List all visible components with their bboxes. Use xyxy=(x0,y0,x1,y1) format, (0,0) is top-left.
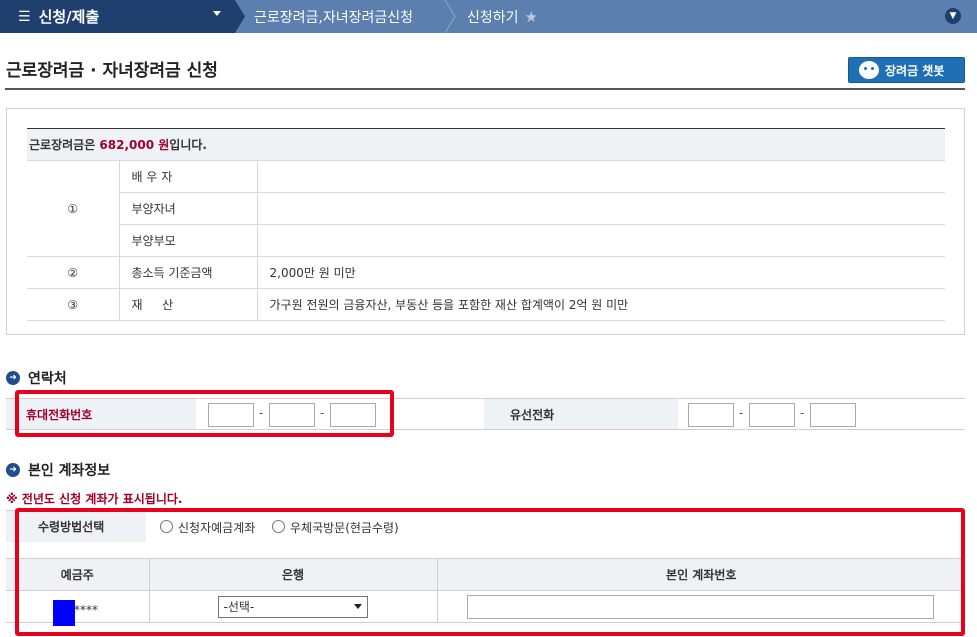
account-heading-label: 본인 계좌정보 xyxy=(28,463,111,479)
criteria-value: 2,000만 원 미만 xyxy=(257,256,945,289)
criteria-label: 배 우 자 xyxy=(119,160,258,193)
dash-separator: - xyxy=(800,406,805,420)
robot-icon xyxy=(859,61,879,79)
page-title: 근로장려금 · 자녀장려금 신청 xyxy=(6,61,218,81)
highlight-box-account xyxy=(15,508,965,636)
amount-cell: 근로장려금은 682,000 원입니다. xyxy=(27,128,945,161)
star-icon[interactable]: ★ xyxy=(525,8,538,26)
landline-part3-input[interactable] xyxy=(810,403,856,427)
criteria-value xyxy=(257,192,945,225)
breadcrumb-item-apply[interactable]: 신청하기 ★ xyxy=(467,0,538,33)
menu-title: 신청/제출 xyxy=(38,8,100,26)
eligibility-table: 근로장려금은 682,000 원입니다. ① 배 우 자 부양자녀 부양부모 ②… xyxy=(27,128,945,321)
breadcrumb-label: 신청하기 xyxy=(467,9,519,26)
arrow-right-icon: ➜ xyxy=(6,463,20,477)
table-row: ② 총소득 기준금액 2,000만 원 미만 xyxy=(27,256,945,289)
criteria-label: 부양자녀 xyxy=(119,192,258,225)
top-navigation: ☰ 신청/제출 근로장려금,자녀장려금신청 신청하기 ★ ▼ xyxy=(0,0,977,33)
incentive-amount: 682,000 원 xyxy=(99,138,170,152)
contact-heading-label: 연락처 xyxy=(28,371,67,387)
menu-dropdown[interactable]: ☰ 신청/제출 xyxy=(0,0,235,33)
account-heading: ➜ 본인 계좌정보 xyxy=(6,460,110,480)
chatbot-label: 장려금 챗봇 xyxy=(885,63,945,78)
table-row: 부양자녀 xyxy=(27,192,945,225)
breadcrumb-separator-icon xyxy=(444,0,456,33)
criteria-label: 총소득 기준금액 xyxy=(119,256,258,289)
criteria-value: 가구원 전원의 금융자산, 부동산 등을 포함한 재산 합계액이 2억 원 미만 xyxy=(257,288,945,321)
breadcrumb-item-application[interactable]: 근로장려금,자녀장려금신청 xyxy=(254,0,413,33)
amount-row: 근로장려금은 682,000 원입니다. xyxy=(27,128,945,161)
chatbot-button[interactable]: 장려금 챗봇 xyxy=(848,57,965,83)
eligibility-info-box: 근로장려금은 682,000 원입니다. ① 배 우 자 부양자녀 부양부모 ②… xyxy=(6,108,965,335)
account-notice: ※ 전년도 신청 계좌가 표시됩니다. xyxy=(6,492,183,506)
landline-part2-input[interactable] xyxy=(749,403,795,427)
highlight-box-contact xyxy=(15,390,394,437)
dash-separator: - xyxy=(739,406,744,420)
table-row: ③ 재 산 가구원 전원의 금융자산, 부동산 등을 포함한 재산 합계액이 2… xyxy=(27,288,945,321)
criteria-number: ③ xyxy=(27,288,120,321)
table-row: 부양부모 xyxy=(27,224,945,257)
criteria-label: 부양부모 xyxy=(119,224,258,257)
arrow-right-icon: ➜ xyxy=(6,371,20,385)
caret-down-icon xyxy=(213,11,221,16)
criteria-label: 재 산 xyxy=(119,288,258,321)
table-row: ① 배 우 자 xyxy=(27,160,945,257)
amount-suffix: 입니다. xyxy=(169,138,207,152)
criteria-number: ① xyxy=(27,160,120,257)
landline-label: 유선전화 xyxy=(484,399,678,429)
landline-part1-input[interactable] xyxy=(688,403,734,427)
amount-prefix: 근로장려금은 xyxy=(29,138,100,152)
chevron-down-icon[interactable]: ▼ xyxy=(945,8,961,24)
title-divider xyxy=(5,88,965,90)
criteria-value xyxy=(257,160,945,193)
contact-heading: ➜ 연락처 xyxy=(6,368,67,388)
breadcrumb-separator-icon xyxy=(235,0,245,33)
hamburger-icon: ☰ xyxy=(18,8,31,25)
criteria-number: ② xyxy=(27,256,120,289)
criteria-value xyxy=(257,224,945,257)
